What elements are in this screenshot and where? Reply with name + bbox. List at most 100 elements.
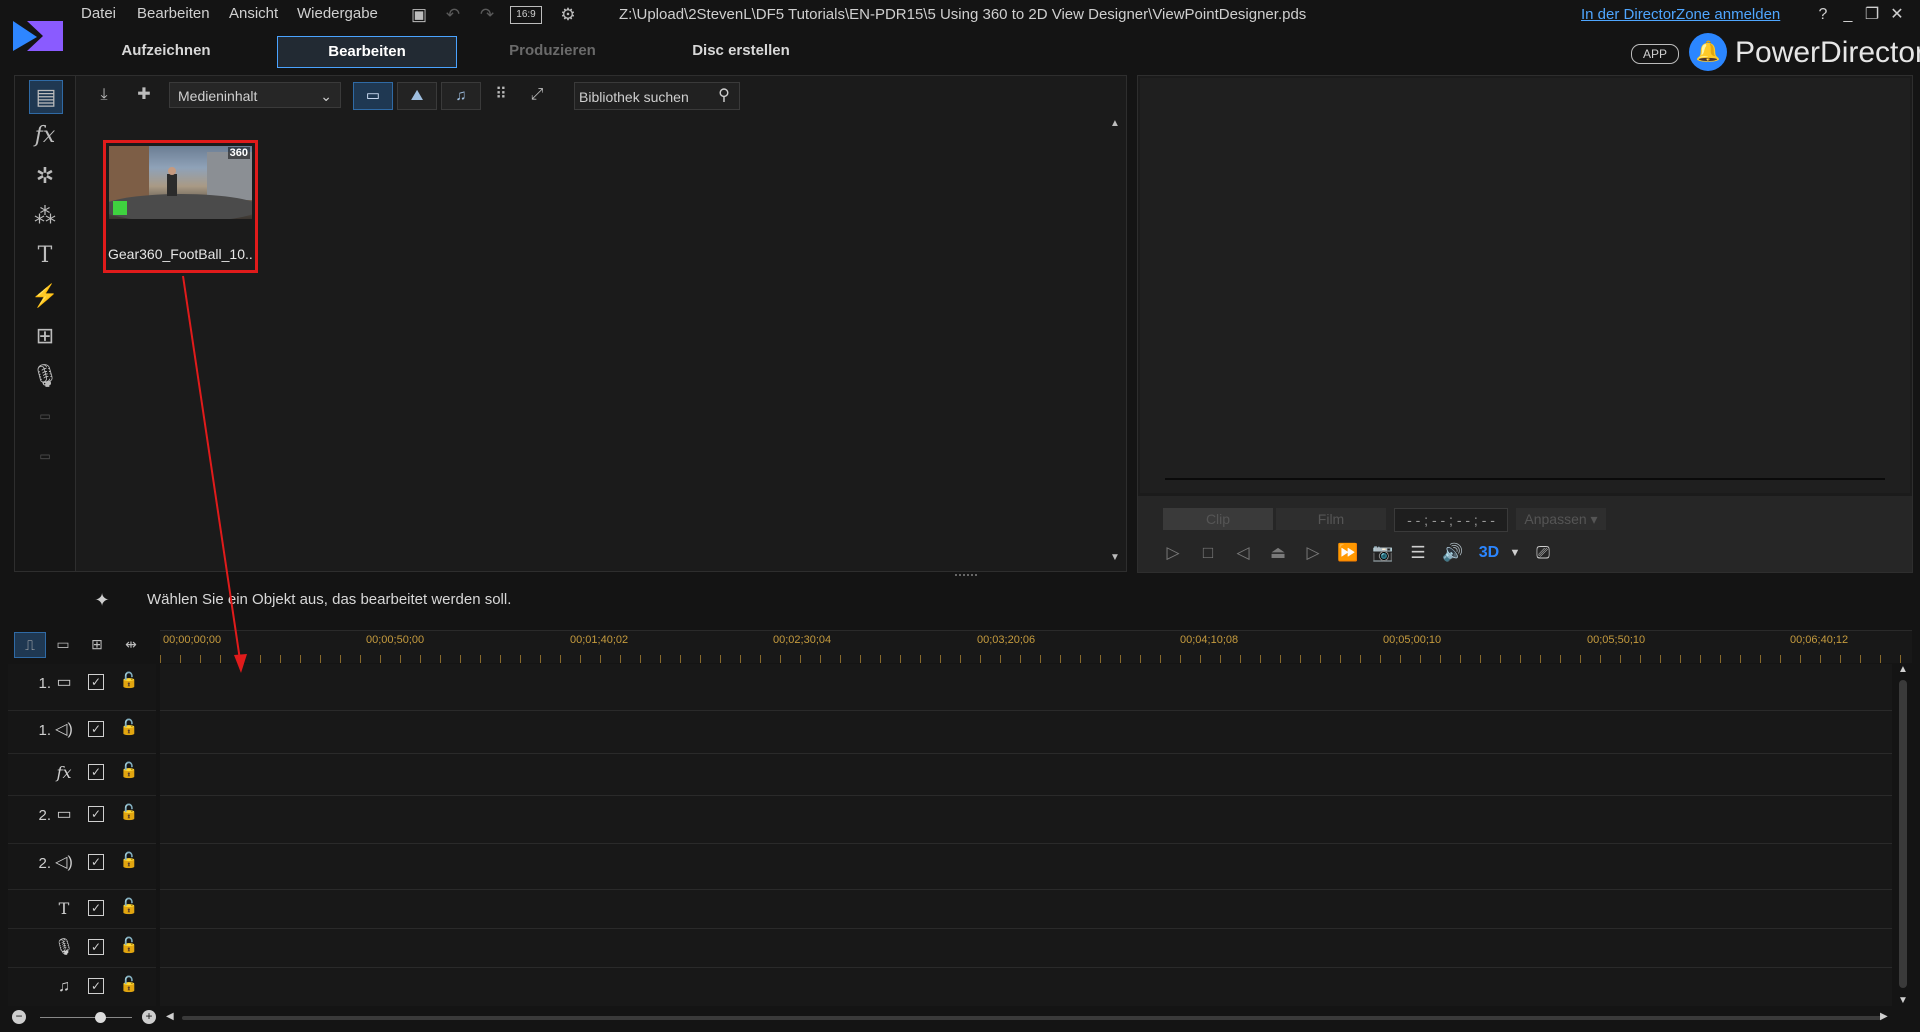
lock-icon[interactable]: 🔓 xyxy=(118,974,140,996)
tab-disc-erstellen[interactable]: Disc erstellen xyxy=(666,36,816,66)
media-content-dropdown[interactable]: Medieninhalt ⌄ xyxy=(169,82,341,108)
3d-mode-button[interactable]: 3D xyxy=(1476,540,1502,566)
preview-seekbar[interactable] xyxy=(1165,478,1885,480)
play-icon[interactable]: ▷ xyxy=(1160,540,1186,566)
track-enable-checkbox[interactable]: ✓ xyxy=(88,900,104,916)
scroll-right-icon[interactable]: ▶ xyxy=(1880,1011,1888,1022)
tab-aufzeichnen[interactable]: Aufzeichnen xyxy=(96,36,236,66)
stop-icon[interactable]: □ xyxy=(1195,540,1221,566)
track-enable-checkbox[interactable]: ✓ xyxy=(88,978,104,994)
fast-forward-icon[interactable]: ⏩ xyxy=(1335,540,1361,566)
notification-bell-icon[interactable]: 🔔 xyxy=(1689,33,1727,71)
next-frame-icon[interactable]: ▷ xyxy=(1300,540,1326,566)
app-badge[interactable]: APP xyxy=(1631,44,1679,64)
particle-icon[interactable]: ✲ xyxy=(29,160,61,192)
directorzone-login-link[interactable]: In der DirectorZone anmelden xyxy=(1581,6,1780,23)
redo-icon[interactable]: ↷ xyxy=(476,4,498,26)
title-icon[interactable]: T xyxy=(29,240,61,272)
track-lane[interactable] xyxy=(160,664,1892,711)
track-lane[interactable] xyxy=(160,796,1892,844)
track-enable-checkbox[interactable]: ✓ xyxy=(88,764,104,780)
track-lane[interactable] xyxy=(160,890,1892,929)
aspect-ratio-button[interactable]: 16:9 xyxy=(510,6,542,24)
library-scrollbar[interactable]: ▲ ▼ xyxy=(1110,118,1120,563)
library-search-input[interactable] xyxy=(575,83,715,111)
search-icon[interactable]: ⚲ xyxy=(713,85,735,107)
scroll-left-icon[interactable]: ◀ xyxy=(166,1011,174,1022)
timeline-horizontal-scrollbar[interactable] xyxy=(182,1016,1882,1020)
timeline-tracks[interactable] xyxy=(160,664,1892,1006)
import-media-icon[interactable]: ⤓ xyxy=(90,81,118,109)
zoom-in-icon[interactable]: + xyxy=(142,1010,156,1024)
lock-icon[interactable]: 🔓 xyxy=(118,670,140,692)
chapter-icon[interactable]: ▭ xyxy=(29,400,61,432)
lock-icon[interactable]: 🔓 xyxy=(118,896,140,918)
split-icon[interactable]: ⏏ xyxy=(1265,540,1291,566)
timeline-vertical-scrollbar[interactable]: ▲ ▼ xyxy=(1895,664,1911,1006)
movie-mode-toggle[interactable]: Film xyxy=(1276,508,1386,530)
menu-wiedergabe[interactable]: Wiedergabe xyxy=(297,5,378,22)
subtitle-icon[interactable]: ⊞ xyxy=(29,320,61,352)
filter-video-icon[interactable]: ▭ xyxy=(353,82,393,110)
zoom-out-icon[interactable]: − xyxy=(12,1010,26,1024)
scroll-up-icon[interactable]: ▲ xyxy=(1110,118,1120,129)
menu-ansicht[interactable]: Ansicht xyxy=(229,5,278,22)
close-icon[interactable]: ✕ xyxy=(1887,5,1907,25)
scroll-down-icon[interactable]: ▼ xyxy=(1110,552,1120,563)
lock-icon[interactable]: 🔓 xyxy=(118,717,140,739)
timeline-view-icon[interactable]: ⎍ xyxy=(14,632,46,658)
track-lane[interactable] xyxy=(160,929,1892,968)
transition-icon[interactable]: ⚡ xyxy=(29,280,61,312)
media-room-icon[interactable]: ▤ xyxy=(29,80,63,114)
track-enable-checkbox[interactable]: ✓ xyxy=(88,721,104,737)
track-lane[interactable] xyxy=(160,968,1892,1005)
fit-timeline-icon[interactable]: ⇹ xyxy=(116,632,146,656)
voice-icon[interactable]: 🎙 xyxy=(29,360,61,392)
zoom-slider[interactable] xyxy=(40,1017,132,1018)
track-enable-checkbox[interactable]: ✓ xyxy=(88,939,104,955)
settings-gear-icon[interactable]: ⚙ xyxy=(557,4,579,26)
timecode-field[interactable]: - - ; - - ; - - ; - - xyxy=(1394,508,1508,532)
timeline-ruler[interactable]: 00;00;00;00 00;00;50;00 00;01;40;02 00;0… xyxy=(160,630,1912,663)
track-enable-checkbox[interactable]: ✓ xyxy=(88,674,104,690)
undo-icon[interactable]: ↶ xyxy=(442,4,464,26)
lock-icon[interactable]: 🔓 xyxy=(118,850,140,872)
lock-icon[interactable]: 🔓 xyxy=(118,760,140,782)
menu-datei[interactable]: Datei xyxy=(81,5,116,22)
tab-bearbeiten[interactable]: Bearbeiten xyxy=(277,36,457,68)
external-display-icon[interactable]: ⎚ xyxy=(1530,540,1556,566)
subtitle-toggle-icon[interactable]: ☰ xyxy=(1405,540,1431,566)
track-enable-checkbox[interactable]: ✓ xyxy=(88,854,104,870)
menu-bearbeiten[interactable]: Bearbeiten xyxy=(137,5,210,22)
media-item[interactable]: 360 Gear360_FootBall_10... xyxy=(103,140,258,273)
save-icon[interactable]: ▣ xyxy=(408,4,430,26)
lock-icon[interactable]: 🔓 xyxy=(118,802,140,824)
add-track-icon[interactable]: ⊞ xyxy=(82,632,112,656)
previous-frame-icon[interactable]: ◁ xyxy=(1230,540,1256,566)
view-grid-icon[interactable]: ⠿ xyxy=(488,81,514,109)
scroll-thumb[interactable] xyxy=(1899,680,1907,988)
filter-audio-icon[interactable]: ♫ xyxy=(441,82,481,110)
help-button[interactable]: ? xyxy=(1813,5,1833,25)
plugins-puzzle-icon[interactable]: ✚ xyxy=(130,81,158,109)
pip-icon[interactable]: ⁂ xyxy=(29,200,61,232)
track-enable-checkbox[interactable]: ✓ xyxy=(88,806,104,822)
lock-icon[interactable]: 🔓 xyxy=(118,935,140,957)
3d-dropdown-chevron-icon[interactable]: ▼ xyxy=(1502,540,1528,566)
scroll-up-icon[interactable]: ▲ xyxy=(1898,664,1908,675)
filter-image-icon[interactable]: ⛰ xyxy=(397,82,437,110)
minimize-icon[interactable]: _ xyxy=(1838,5,1858,25)
clip-mode-toggle[interactable]: Clip xyxy=(1163,508,1273,530)
restore-icon[interactable]: ❐ xyxy=(1862,5,1882,25)
track-lane[interactable] xyxy=(160,711,1892,754)
snapshot-camera-icon[interactable]: 📷 xyxy=(1370,540,1396,566)
splitter-handle[interactable] xyxy=(955,574,977,580)
fit-dropdown[interactable]: Anpassen ▾ xyxy=(1516,508,1606,530)
thumbnail-size-icon[interactable]: ⤢ xyxy=(524,81,550,109)
track-lane[interactable] xyxy=(160,844,1892,890)
magic-wand-icon[interactable]: ✦ xyxy=(90,588,114,612)
tab-produzieren[interactable]: Produzieren xyxy=(480,36,625,66)
zoom-slider-handle[interactable] xyxy=(95,1012,106,1023)
volume-icon[interactable]: 🔊 xyxy=(1440,540,1466,566)
fx-icon[interactable]: fx xyxy=(29,120,61,152)
